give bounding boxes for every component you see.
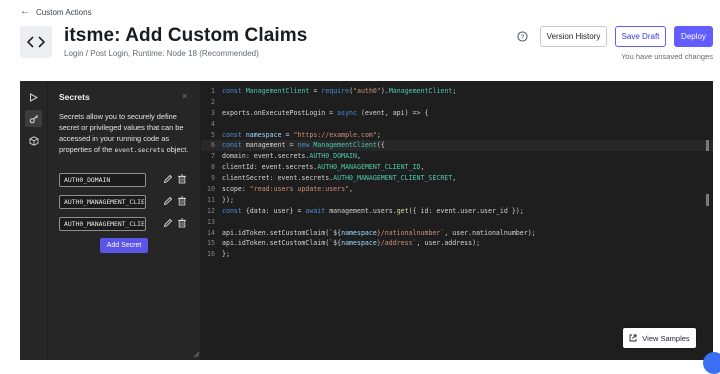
secrets-panel-title: Secrets <box>59 92 90 102</box>
line-content: api.idToken.setCustomClaim(`${namespace}… <box>222 239 481 248</box>
view-samples-label: View Samples <box>642 333 690 343</box>
code-line: 1 const ManagementClient = require("auth0… <box>201 86 713 97</box>
code-editor[interactable]: 1 const ManagementClient = require("auth0… <box>201 81 713 360</box>
code-line: 10 scope: "read:users update:users", <box>201 184 713 195</box>
line-content: }; <box>222 250 230 259</box>
secret-row: AUTH0_DOMAIN <box>59 173 199 189</box>
line-content: const namespace = "https://example.com"; <box>222 130 381 139</box>
view-samples-button[interactable]: View Samples <box>623 328 696 348</box>
secrets-description-code: event.secrets <box>114 146 165 155</box>
line-number: 12 <box>207 206 215 215</box>
line-content: const {data: user} = await management.us… <box>222 206 524 215</box>
code-line: 11}); <box>201 195 713 206</box>
code-line: 14 api.idToken.setCustomClaim(`${namespac… <box>201 228 713 239</box>
page-title: itsme: Add Custom Claims <box>64 25 308 46</box>
line-number: 6 <box>211 141 215 150</box>
secrets-description-end: object. <box>166 145 189 155</box>
secret-row: AUTH0_MANAGEMENT_CLIE… <box>59 195 199 211</box>
line-content: domain: event.secrets.AUTH0_DOMAIN, <box>222 152 361 161</box>
trash-icon[interactable] <box>177 174 187 184</box>
line-content: scope: "read:users update:users", <box>222 185 354 194</box>
line-number: 8 <box>211 163 215 172</box>
line-number: 3 <box>211 108 215 117</box>
key-icon <box>29 114 38 123</box>
add-secret-button[interactable]: Add Secret <box>100 238 148 253</box>
play-icon <box>30 93 38 102</box>
line-number: 13 <box>207 217 215 226</box>
line-number: 11 <box>207 195 215 204</box>
line-number: 4 <box>211 119 215 128</box>
close-icon[interactable]: × <box>182 91 187 101</box>
deploy-button[interactable]: Deploy <box>674 26 713 47</box>
trash-icon[interactable] <box>177 218 187 228</box>
code-line: 13 <box>201 217 713 228</box>
page-subtitle: Login / Post Login, Runtime: Node 18 (Re… <box>64 49 259 58</box>
back-link-label: Custom Actions <box>36 7 92 17</box>
help-icon[interactable]: ? <box>517 31 528 42</box>
code-line: 16}; <box>201 249 713 260</box>
svg-text:?: ? <box>521 34 525 41</box>
pencil-icon[interactable] <box>163 174 173 184</box>
line-content: clientSecret: event.secrets.AUTH0_MANAGE… <box>222 174 457 183</box>
save-draft-button[interactable]: Save Draft <box>615 26 666 47</box>
line-number: 16 <box>207 250 215 259</box>
rail-secrets-button[interactable] <box>25 110 42 127</box>
package-icon <box>29 135 38 146</box>
unsaved-changes-text: You have unsaved changes <box>621 52 713 61</box>
code-line: 9 clientSecret: event.secrets.AUTH0_MANAG… <box>201 173 713 184</box>
line-number: 10 <box>207 185 215 194</box>
line-content: clientId: event.secrets.AUTH0_MANAGEMENT… <box>222 163 425 172</box>
code-line: 8 clientId: event.secrets.AUTH0_MANAGEMEN… <box>201 162 713 173</box>
code-line: 4 <box>201 119 713 130</box>
resize-handle-icon[interactable] <box>193 351 200 358</box>
external-link-icon <box>629 334 637 342</box>
secret-name-field[interactable]: AUTH0_MANAGEMENT_CLIE… <box>59 217 146 231</box>
secrets-description: Secrets allow you to securely define sec… <box>59 111 191 156</box>
secret-name-field[interactable]: AUTH0_MANAGEMENT_CLIE… <box>59 195 146 209</box>
pencil-icon[interactable] <box>163 196 173 206</box>
version-history-button[interactable]: Version History <box>540 26 607 47</box>
editor-rail <box>20 81 47 360</box>
rail-test-button[interactable] <box>25 89 42 106</box>
line-content: }); <box>222 195 234 204</box>
line-number: 5 <box>211 130 215 139</box>
code-brackets-icon <box>27 36 45 48</box>
rail-dependencies-button[interactable] <box>25 132 42 149</box>
chat-launcher-button[interactable] <box>703 352 720 374</box>
line-content: const management = new ManagementClient(… <box>222 141 385 150</box>
line-number: 1 <box>211 87 215 95</box>
scrollbar-marker[interactable] <box>706 194 709 206</box>
code-line: 6 const management = new ManagementClient… <box>201 140 713 152</box>
code-line: 12 const {data: user} = await management.… <box>201 206 713 217</box>
code-line: 3 exports.onExecutePostLogin = async (eve… <box>201 108 713 119</box>
line-number: 14 <box>207 228 215 237</box>
line-number: 15 <box>207 239 215 248</box>
line-number: 7 <box>211 152 215 161</box>
arrow-left-icon: ← <box>20 6 30 17</box>
secret-row: AUTH0_MANAGEMENT_CLIE… <box>59 217 199 233</box>
line-content: api.idToken.setCustomClaim(`${namespace}… <box>222 228 536 237</box>
secrets-panel: Secrets × Secrets allow you to securely … <box>48 81 200 360</box>
line-number: 2 <box>211 97 215 106</box>
scrollbar-marker[interactable] <box>706 140 709 151</box>
code-icon <box>20 26 52 58</box>
trash-icon[interactable] <box>177 196 187 206</box>
code-lines: 1 const ManagementClient = require("auth0… <box>201 86 713 260</box>
line-number: 9 <box>211 174 215 183</box>
back-link[interactable]: ← Custom Actions <box>20 7 92 17</box>
code-line: 5 const namespace = "https://example.com"… <box>201 130 713 141</box>
code-line: 2 <box>201 97 713 108</box>
pencil-icon[interactable] <box>163 218 173 228</box>
line-content: exports.onExecutePostLogin = async (even… <box>222 108 429 117</box>
action-editor: Secrets × Secrets allow you to securely … <box>20 81 713 360</box>
secret-name-field[interactable]: AUTH0_DOMAIN <box>59 173 146 187</box>
line-content: const ManagementClient = require("auth0"… <box>222 87 457 95</box>
code-line: 7 domain: event.secrets.AUTH0_DOMAIN, <box>201 151 713 162</box>
code-line: 15 api.idToken.setCustomClaim(`${namespac… <box>201 238 713 249</box>
